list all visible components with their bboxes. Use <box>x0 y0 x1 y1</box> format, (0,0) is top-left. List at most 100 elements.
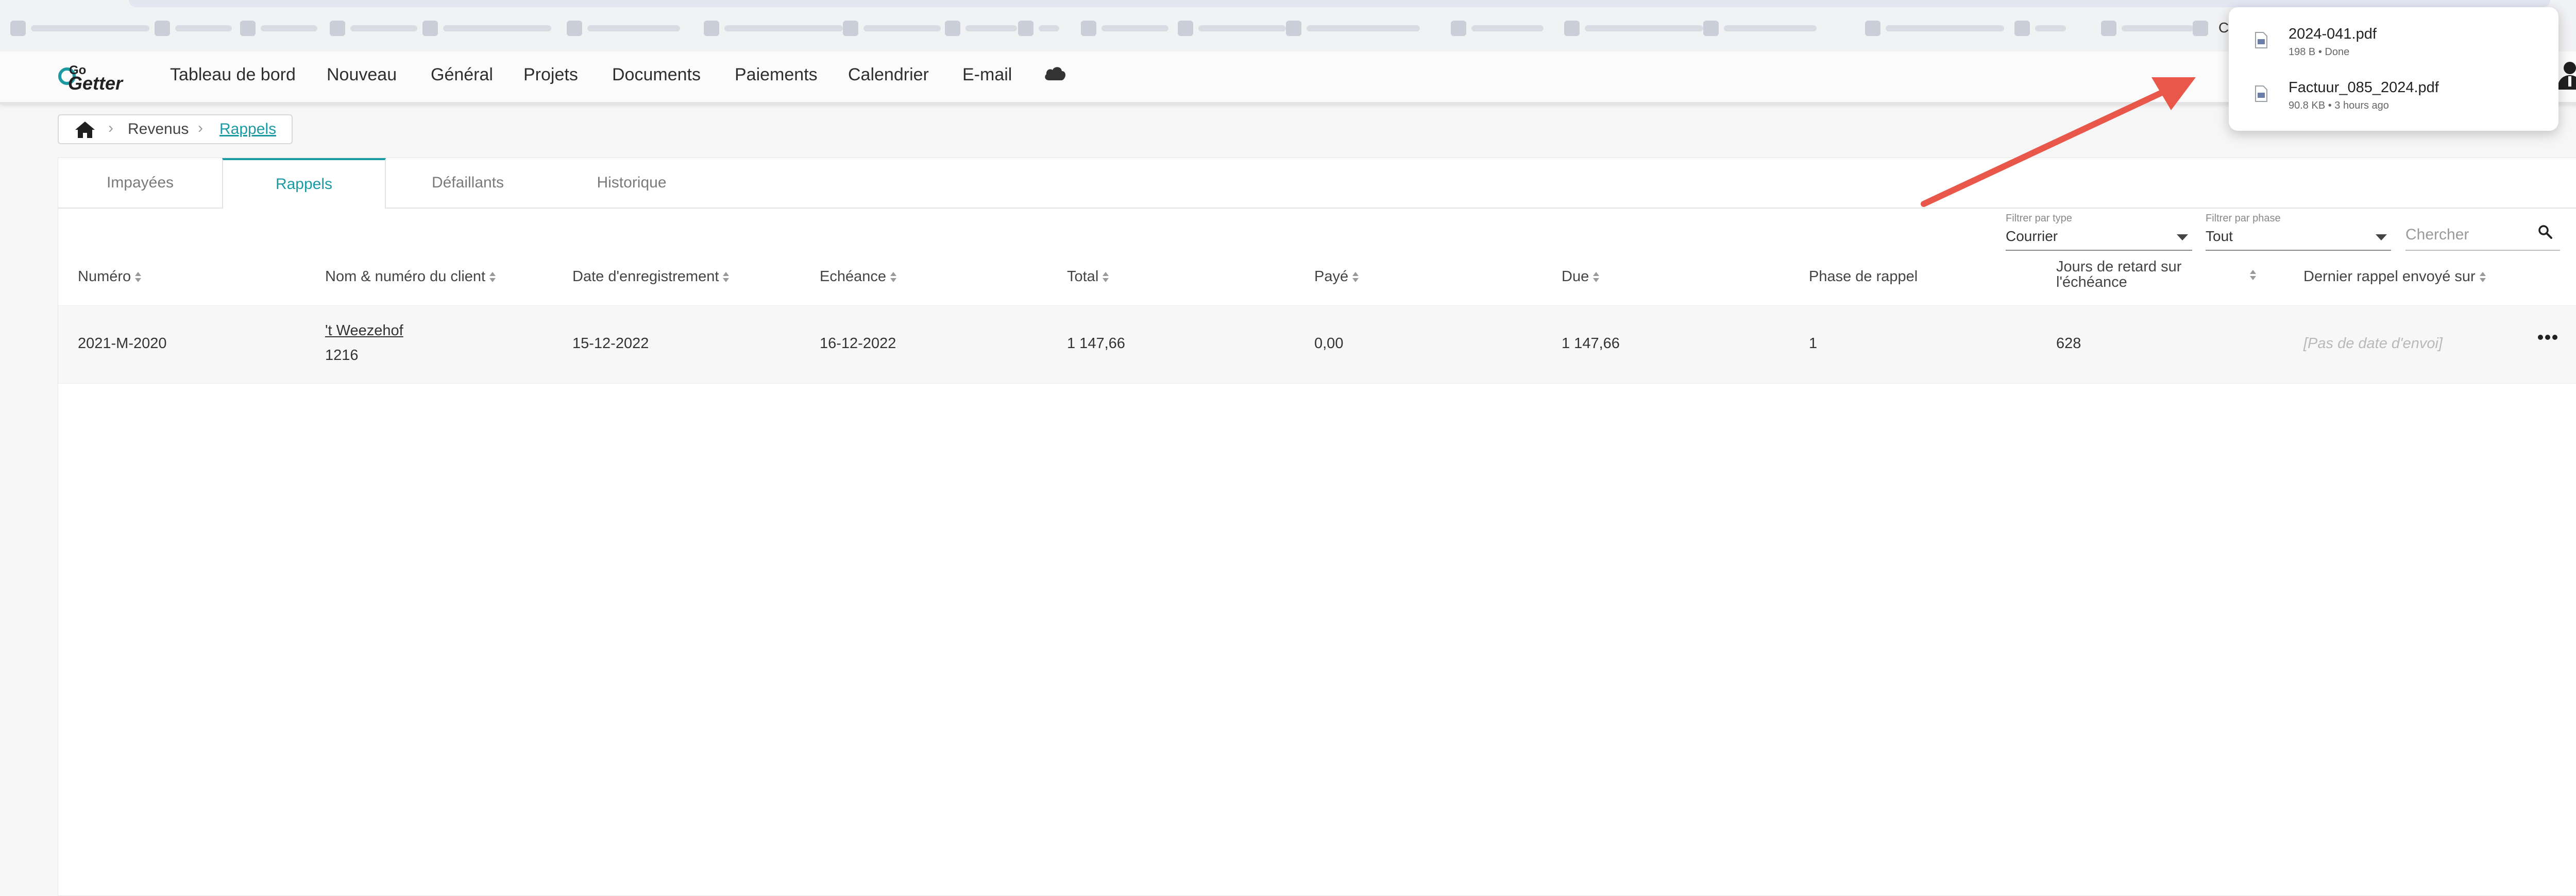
bookmark-item[interactable] <box>422 20 551 37</box>
column-header-label: Date d'enregistrement <box>572 268 719 285</box>
sort-icon[interactable] <box>1352 271 1359 283</box>
nav-email[interactable]: E-mail <box>962 65 1012 85</box>
cell-jours-retard: 628 <box>2056 335 2081 352</box>
sort-icon[interactable] <box>2250 269 2256 281</box>
column-header-label: Dernier rappel envoyé sur <box>2303 268 2476 285</box>
more-options-icon[interactable] <box>2537 334 2558 343</box>
column-header-paye[interactable]: Payé <box>1314 268 1359 285</box>
column-header-total[interactable]: Total <box>1067 268 1109 285</box>
download-filename[interactable]: Factuur_085_2024.pdf <box>2289 79 2439 96</box>
column-header-due[interactable]: Due <box>1562 268 1600 285</box>
cell-client-number: 1216 <box>325 347 359 364</box>
column-header-dernier-rappel[interactable]: Dernier rappel envoyé sur <box>2303 268 2486 285</box>
sort-icon[interactable] <box>2479 271 2486 283</box>
sort-icon[interactable] <box>1593 271 1600 283</box>
search-underline <box>2405 250 2560 251</box>
filter-phase-value: Tout <box>2206 228 2233 244</box>
bookmark-item[interactable] <box>945 20 1017 37</box>
sort-icon[interactable] <box>135 271 142 283</box>
cell-date-enregistrement: 15-12-2022 <box>572 335 649 352</box>
address-bar-edge[interactable] <box>129 0 2550 7</box>
column-header-label: Jours de retard sur <box>2056 259 2182 275</box>
filter-phase-underline <box>2206 250 2391 251</box>
column-header-label: Echéance <box>820 268 886 285</box>
chevron-right-icon: › <box>108 119 113 136</box>
column-header-numero[interactable]: Numéro <box>78 268 142 285</box>
cell-numero: 2021-M-2020 <box>78 335 167 352</box>
bookmark-item[interactable] <box>240 20 317 37</box>
cell-client-name-link[interactable]: 't Weezehof <box>325 322 403 339</box>
bookmark-item[interactable] <box>1703 20 1817 37</box>
cloud-icon[interactable] <box>1044 65 1066 84</box>
nav-projets[interactable]: Projets <box>523 65 578 85</box>
column-header-echeance[interactable]: Echéance <box>820 268 896 285</box>
downloads-popup: 2024-041.pdf 198 B • Done Factuur_085_20… <box>2229 7 2558 131</box>
column-header-label: Nom & numéro du client <box>325 268 486 285</box>
column-header-label: Due <box>1562 268 1589 285</box>
home-icon[interactable] <box>74 120 96 142</box>
sort-icon[interactable] <box>489 271 496 283</box>
nav-calendrier[interactable]: Calendrier <box>848 65 929 85</box>
table-row[interactable]: 2021-M-2020 't Weezehof 1216 15-12-2022 … <box>58 305 2576 384</box>
column-header-client[interactable]: Nom & numéro du client <box>325 268 496 285</box>
user-icon[interactable] <box>2556 61 2576 92</box>
tab-rappels[interactable]: Rappels <box>222 158 386 209</box>
gogetter-logo[interactable]: Go Getter <box>58 61 135 96</box>
tab-defaillants[interactable]: Défaillants <box>386 158 550 208</box>
cell-phase: 1 <box>1809 335 1818 352</box>
chevron-down-icon <box>2376 234 2387 240</box>
bookmark-item[interactable] <box>10 20 149 37</box>
bookmark-item[interactable] <box>330 20 417 37</box>
pdf-file-icon <box>2255 85 2268 105</box>
cell-due: 1 147,66 <box>1562 335 1620 352</box>
download-filename[interactable]: 2024-041.pdf <box>2289 26 2377 43</box>
bookmark-item[interactable] <box>567 20 680 37</box>
bookmark-item[interactable] <box>1286 20 1420 37</box>
bookmark-item[interactable] <box>1865 20 2004 37</box>
sort-icon[interactable] <box>890 271 896 283</box>
nav-documents[interactable]: Documents <box>612 65 701 85</box>
filter-type-value: Courrier <box>2006 228 2058 244</box>
nav-general[interactable]: Général <box>431 65 493 85</box>
cell-dernier-rappel: [Pas de date d'envoi] <box>2303 335 2443 352</box>
bookmark-item[interactable] <box>1178 20 1286 37</box>
column-header-label: Phase de rappel <box>1809 268 1918 285</box>
cell-paye: 0,00 <box>1314 335 1344 352</box>
tab-historique[interactable]: Historique <box>550 158 714 208</box>
logo-text-bottom: Getter <box>68 73 124 94</box>
filter-type-underline <box>2006 250 2192 251</box>
chevron-down-icon <box>2177 234 2188 240</box>
sort-icon[interactable] <box>1103 271 1109 283</box>
nav-nouveau[interactable]: Nouveau <box>327 65 397 85</box>
reminders-card: Impayées Rappels Défaillants Historique … <box>58 158 2576 896</box>
chevron-right-icon: › <box>198 119 203 136</box>
bookmark-item[interactable] <box>1564 20 1703 37</box>
breadcrumb-revenus[interactable]: Revenus <box>128 120 189 138</box>
bookmark-item[interactable] <box>2193 20 2208 37</box>
cell-echeance: 16-12-2022 <box>820 335 896 352</box>
nav-paiements[interactable]: Paiements <box>735 65 818 85</box>
column-header-label: Numéro <box>78 268 131 285</box>
column-header-jours-retard[interactable]: Jours de retard sur l'échéance <box>2056 259 2257 290</box>
column-header-label: l'échéance <box>2056 274 2127 290</box>
bookmark-item[interactable] <box>843 20 941 37</box>
tab-bar: Impayées Rappels Défaillants Historique <box>58 158 2576 209</box>
bookmark-item[interactable] <box>2101 20 2194 37</box>
column-header-label: Total <box>1067 268 1099 285</box>
tab-impayees[interactable]: Impayées <box>58 158 222 208</box>
browser-bookmarks-bar: » <box>0 0 2576 52</box>
bookmark-item[interactable] <box>704 20 843 37</box>
bookmark-item[interactable] <box>1081 20 1168 37</box>
breadcrumb-rappels[interactable]: Rappels <box>219 120 276 138</box>
bookmark-item[interactable] <box>1451 20 1544 37</box>
column-header-phase: Phase de rappel <box>1809 268 1918 285</box>
download-meta: 90.8 KB • 3 hours ago <box>2289 100 2389 111</box>
bookmark-item[interactable] <box>1018 20 1059 37</box>
bookmark-item[interactable] <box>155 20 232 37</box>
nav-tableau-de-bord[interactable]: Tableau de bord <box>170 65 296 85</box>
column-header-date-enregistrement[interactable]: Date d'enregistrement <box>572 268 730 285</box>
search-icon[interactable] <box>2537 224 2553 242</box>
column-header-label: Payé <box>1314 268 1349 285</box>
bookmark-item[interactable] <box>2014 20 2066 37</box>
sort-icon[interactable] <box>723 271 730 283</box>
